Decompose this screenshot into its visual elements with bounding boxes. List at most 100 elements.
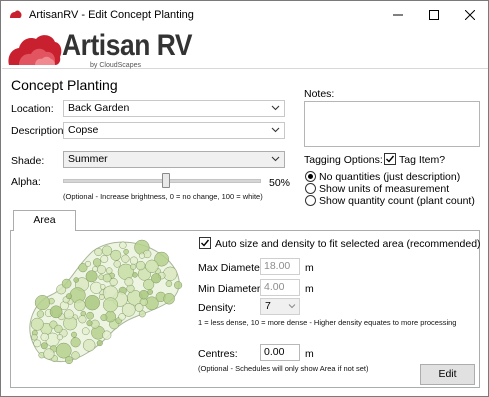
plant-circle bbox=[151, 273, 162, 284]
plant-circle bbox=[92, 266, 98, 272]
plant-circle bbox=[31, 333, 38, 341]
app-window: ArtisanRV - Edit Concept Planting Artisa… bbox=[0, 0, 489, 397]
plant-circle bbox=[55, 342, 72, 359]
plant-circle bbox=[138, 252, 146, 259]
plant-circle bbox=[49, 305, 63, 319]
notes-label: Notes: bbox=[304, 88, 335, 100]
plant-circle bbox=[124, 277, 134, 287]
plant-circle bbox=[56, 334, 63, 341]
maximize-icon bbox=[429, 10, 439, 20]
description-select[interactable]: Copse bbox=[63, 122, 285, 139]
plant-circle bbox=[73, 277, 79, 283]
plant-circle bbox=[145, 259, 159, 273]
plant-circle bbox=[100, 255, 109, 263]
plant-circle bbox=[84, 295, 100, 311]
tagging-options-label: Tagging Options: bbox=[304, 154, 383, 166]
plant-circle bbox=[119, 241, 127, 249]
plant-circle bbox=[130, 263, 137, 270]
brand-banner: Artisan RV by CloudScapes bbox=[2, 29, 488, 69]
min-diameter-unit: m bbox=[305, 283, 314, 295]
chevron-down-icon bbox=[271, 127, 280, 133]
plant-circle bbox=[40, 332, 49, 342]
notes-textarea[interactable] bbox=[304, 101, 480, 147]
plant-circle bbox=[86, 311, 94, 320]
shade-select[interactable]: Summer bbox=[63, 151, 285, 168]
max-diameter-field[interactable]: 18.00 bbox=[260, 258, 300, 275]
centres-label: Centres: bbox=[198, 348, 238, 360]
plant-circle bbox=[63, 309, 74, 320]
product-name: Artisan RV bbox=[62, 29, 193, 62]
plant-circle bbox=[86, 320, 93, 327]
plant-circle bbox=[70, 337, 81, 348]
shade-label: Shade: bbox=[11, 155, 45, 167]
plant-circle bbox=[113, 260, 121, 268]
plant-circle bbox=[65, 356, 73, 365]
location-select[interactable]: Back Garden bbox=[63, 100, 285, 117]
plant-circle bbox=[121, 254, 130, 263]
radio-show-count-label: Show quantity count (plant count) bbox=[319, 195, 475, 207]
checkmark-icon bbox=[201, 239, 210, 247]
radio-show-units[interactable] bbox=[305, 183, 316, 194]
close-button[interactable] bbox=[452, 1, 488, 29]
alpha-hint: (Optional - Increase brightness, 0 = no … bbox=[63, 192, 263, 201]
planting-area-illustration bbox=[29, 239, 183, 365]
density-label: Density: bbox=[198, 302, 236, 314]
density-select[interactable]: 7 bbox=[260, 298, 300, 315]
min-diameter-label: Min Diameter: bbox=[198, 283, 264, 295]
title-bar[interactable]: ArtisanRV - Edit Concept Planting bbox=[1, 1, 488, 29]
plant-circle bbox=[33, 339, 42, 348]
plant-circle bbox=[139, 289, 149, 300]
plant-circle bbox=[82, 339, 96, 352]
edit-button[interactable]: Edit bbox=[420, 364, 475, 385]
auto-size-label: Auto size and density to fit selected ar… bbox=[215, 238, 481, 250]
centres-hint: (Optional - Schedules will only show Are… bbox=[198, 364, 369, 373]
description-label: Description: bbox=[11, 125, 67, 137]
minimize-button[interactable] bbox=[380, 1, 416, 29]
plant-circle bbox=[163, 292, 175, 305]
plant-circle bbox=[105, 267, 113, 274]
radio-no-quantities[interactable] bbox=[305, 171, 316, 182]
plant-circle bbox=[43, 348, 55, 360]
maximize-button[interactable] bbox=[416, 1, 452, 29]
cloudscapes-cloud-logo bbox=[8, 35, 62, 65]
plant-circle bbox=[129, 256, 138, 265]
min-diameter-field[interactable]: 4.00 bbox=[260, 279, 300, 296]
plant-circle bbox=[110, 249, 122, 261]
plant-circle bbox=[102, 330, 112, 340]
tag-item-label: Tag Item? bbox=[399, 154, 446, 166]
plant-circle bbox=[30, 317, 44, 331]
centres-unit: m bbox=[305, 348, 314, 360]
radio-show-count[interactable] bbox=[305, 195, 316, 206]
plant-circle bbox=[165, 280, 173, 287]
max-diameter-unit: m bbox=[305, 262, 314, 274]
close-icon bbox=[465, 10, 475, 20]
plant-circle bbox=[66, 293, 72, 300]
density-value: 7 bbox=[265, 300, 271, 312]
plant-circle bbox=[85, 260, 91, 267]
plant-circle bbox=[92, 258, 102, 267]
plant-circle bbox=[74, 299, 86, 312]
plant-circle bbox=[54, 324, 63, 334]
window-title: ArtisanRV - Edit Concept Planting bbox=[29, 9, 194, 21]
tag-item-checkbox[interactable] bbox=[384, 153, 396, 165]
product-tagline: by CloudScapes bbox=[90, 62, 141, 69]
centres-field[interactable]: 0.00 bbox=[260, 344, 300, 361]
page-title: Concept Planting bbox=[11, 77, 118, 93]
alpha-value: 50% bbox=[269, 177, 291, 189]
chevron-down-icon bbox=[288, 304, 296, 309]
plant-circle bbox=[163, 266, 178, 281]
chevron-down-icon bbox=[271, 156, 280, 162]
plant-circle bbox=[102, 273, 112, 283]
auto-size-checkbox[interactable] bbox=[199, 237, 211, 249]
artisan-logo-icon bbox=[10, 10, 22, 18]
plant-circle bbox=[34, 295, 50, 311]
density-hint: 1 = less dense, 10 = more dense - Higher… bbox=[198, 318, 457, 327]
plant-circle bbox=[94, 247, 103, 257]
plant-circle bbox=[174, 281, 183, 290]
radio-show-units-label: Show units of measurement bbox=[319, 183, 450, 195]
location-label: Location: bbox=[11, 103, 54, 115]
alpha-slider-thumb[interactable] bbox=[162, 173, 170, 188]
tab-area[interactable]: Area bbox=[13, 210, 76, 231]
alpha-label: Alpha: bbox=[11, 176, 41, 188]
plant-circle bbox=[61, 278, 72, 289]
